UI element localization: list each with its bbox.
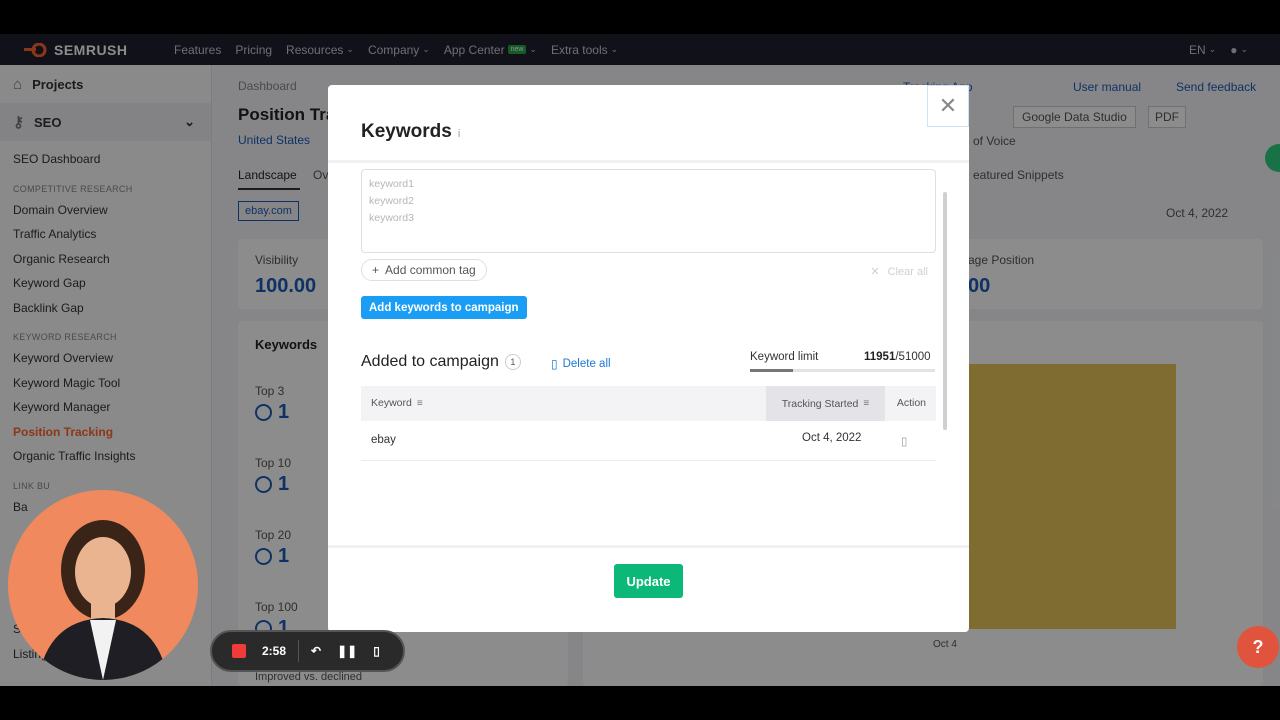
modal-title: Keywords i bbox=[361, 121, 460, 143]
row-keyword: ebay bbox=[371, 434, 396, 446]
added-to-campaign-title: Added to campaign 1 bbox=[361, 353, 521, 371]
pause-icon[interactable]: ❚❚ bbox=[337, 644, 357, 658]
column-tracking-label: Tracking Started bbox=[781, 397, 859, 410]
keyword-limit-bar bbox=[750, 369, 935, 372]
clear-all-button[interactable]: ✕ Clear all bbox=[870, 265, 928, 278]
placeholder-line: keyword1 bbox=[369, 178, 414, 190]
presenter-avatar bbox=[8, 490, 198, 680]
divider bbox=[328, 160, 969, 163]
keyword-limit-fill bbox=[750, 369, 794, 372]
modal-title-text: Keywords bbox=[361, 121, 452, 142]
stop-record-button[interactable] bbox=[232, 644, 246, 658]
trash-icon[interactable]: ▯ bbox=[901, 434, 907, 448]
add-keywords-button[interactable]: Add keywords to campaign bbox=[361, 296, 527, 319]
column-tracking-started[interactable]: Tracking Started ≡ bbox=[766, 386, 885, 421]
delete-all-label: Delete all bbox=[562, 358, 611, 370]
clear-all-label: Clear all bbox=[887, 266, 928, 278]
close-icon: ✕ bbox=[870, 266, 880, 278]
footer-divider bbox=[328, 545, 969, 548]
undo-icon[interactable]: ↶ bbox=[311, 644, 321, 658]
placeholder-line: keyword3 bbox=[369, 212, 414, 224]
close-icon[interactable]: ✕ bbox=[927, 85, 969, 127]
presenter-image bbox=[38, 520, 168, 680]
modal-scrollbar[interactable] bbox=[943, 192, 947, 430]
update-button[interactable]: Update bbox=[614, 564, 683, 598]
column-keyword-label: Keyword bbox=[371, 397, 412, 409]
keywords-modal: ✕ Keywords i keyword1 keyword2 keyword3 +… bbox=[328, 85, 969, 632]
added-title-text: Added to campaign bbox=[361, 353, 499, 370]
trash-icon[interactable]: ▯ bbox=[373, 644, 380, 658]
table-row: ebay Oct 4, 2022 ▯ bbox=[361, 421, 936, 461]
keyword-limit-label: Keyword limit bbox=[750, 351, 819, 363]
keyword-limit-total: /51000 bbox=[895, 351, 931, 363]
placeholder-line: keyword2 bbox=[369, 195, 414, 207]
trash-icon: ▯ bbox=[551, 357, 558, 371]
sort-icon: ≡ bbox=[416, 397, 423, 409]
sort-icon: ≡ bbox=[863, 398, 870, 409]
record-timer: 2:58 bbox=[262, 644, 287, 658]
row-date: Oct 4, 2022 bbox=[802, 432, 862, 444]
added-count-badge: 1 bbox=[504, 354, 521, 370]
recorder-bar: 2:58 ↶ ❚❚ ▯ bbox=[210, 630, 405, 672]
divider bbox=[298, 640, 300, 662]
plus-icon: + bbox=[372, 263, 380, 277]
help-button[interactable]: ? bbox=[1237, 626, 1279, 668]
column-keyword[interactable]: Keyword ≡ bbox=[371, 397, 423, 409]
add-common-tag-button[interactable]: + Add common tag bbox=[361, 259, 487, 281]
table-header: Keyword ≡ Tracking Started ≡ Action bbox=[361, 386, 936, 421]
app-stage: SEMRUSH Features Pricing Resources ⌄ Comp… bbox=[0, 34, 1280, 686]
delete-all-button[interactable]: ▯ Delete all bbox=[551, 357, 611, 371]
add-tag-label: Add common tag bbox=[385, 263, 476, 277]
keyword-limit-used: 11951 bbox=[864, 351, 896, 363]
column-action: Action bbox=[896, 397, 926, 409]
keywords-textarea[interactable]: keyword1 keyword2 keyword3 bbox=[361, 169, 936, 253]
info-icon[interactable]: i bbox=[458, 128, 460, 140]
keyword-limit-value: 11951/51000 bbox=[864, 351, 931, 363]
